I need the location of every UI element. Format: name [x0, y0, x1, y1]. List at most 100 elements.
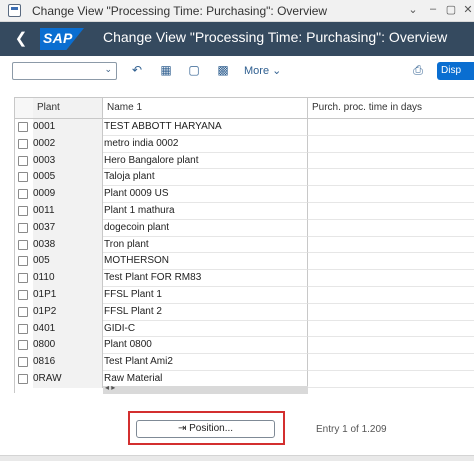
chevron-down-icon: ⌄	[104, 64, 112, 74]
row-select-checkbox[interactable]	[18, 323, 28, 334]
window-title-bar: Change View "Processing Time: Purchasing…	[0, 0, 474, 22]
window-menu-chevron-icon[interactable]: ⌄	[406, 3, 420, 16]
plant-cell: 005	[33, 253, 103, 271]
deselect-all-icon[interactable]: ▢	[186, 62, 202, 78]
plant-cell: 0816	[33, 354, 103, 371]
table-row[interactable]: 0002 metro india 0002	[15, 135, 474, 153]
table-row[interactable]: 0110 Test Plant FOR RM83	[15, 270, 474, 287]
name-cell: Plant 0800	[103, 337, 308, 355]
table-row[interactable]: 005 MOTHERSON	[15, 253, 474, 271]
name-cell: Plant 0009 US	[103, 186, 308, 203]
plant-cell: 0RAW	[33, 371, 103, 388]
table-row[interactable]: 0009 Plant 0009 US	[15, 186, 474, 203]
row-select-checkbox[interactable]	[18, 374, 28, 384]
row-select-checkbox[interactable]	[18, 239, 28, 250]
processing-time-input[interactable]	[308, 136, 474, 153]
print-icon[interactable]: ⎙	[410, 62, 426, 78]
table-row[interactable]: 0005 Taloja plant	[15, 169, 474, 187]
plant-cell: 01P2	[33, 303, 103, 321]
row-select-checkbox[interactable]	[18, 155, 28, 166]
more-menu-button[interactable]: More ⌄	[244, 64, 281, 77]
plant-cell: 0002	[33, 135, 103, 153]
row-select-checkbox[interactable]	[18, 306, 28, 317]
select-all-icon[interactable]: ▦	[158, 62, 174, 78]
position-icon: ⇥	[177, 423, 190, 434]
row-select-checkbox[interactable]	[18, 340, 28, 351]
row-select-checkbox[interactable]	[18, 222, 28, 233]
plant-cell: 0037	[33, 219, 103, 237]
processing-time-input[interactable]	[308, 253, 474, 271]
shell-bar: ❮ SAP Change View "Processing Time: Purc…	[0, 22, 474, 56]
command-field-select[interactable]: ⌄	[12, 62, 117, 80]
table-row[interactable]: 0038 Tron plant	[15, 236, 474, 254]
name-cell: Plant 1 mathura	[103, 203, 308, 220]
name-cell: TEST ABBOTT HARYANA	[103, 119, 308, 136]
display-button[interactable]: Disp	[437, 62, 474, 80]
processing-time-input[interactable]	[308, 237, 474, 254]
sap-logo-text: SAP	[43, 30, 73, 46]
row-select-checkbox[interactable]	[18, 122, 28, 132]
plant-cell: 0005	[33, 169, 103, 187]
processing-time-input[interactable]	[308, 270, 474, 287]
entry-counter: Entry 1 of 1.209	[316, 424, 387, 435]
select-block-icon[interactable]: ▩	[215, 62, 231, 78]
processing-time-input[interactable]	[308, 119, 474, 136]
name-cell: dogecoin plant	[103, 219, 308, 237]
row-select-checkbox[interactable]	[18, 290, 28, 300]
window-title: Change View "Processing Time: Purchasing…	[32, 4, 328, 18]
row-select-checkbox[interactable]	[18, 138, 28, 149]
horizontal-scrollbar[interactable]: ◂ ▸	[103, 383, 308, 394]
table-row[interactable]: 0001 TEST ABBOTT HARYANA	[15, 119, 474, 136]
table-row[interactable]: 01P2 FFSL Plant 2	[15, 303, 474, 321]
back-arrow-icon[interactable]: ❮	[12, 29, 30, 49]
name-cell: Test Plant FOR RM83	[103, 270, 308, 287]
scroll-arrows-icon[interactable]: ◂ ▸	[105, 383, 115, 392]
row-select-checkbox[interactable]	[18, 172, 28, 183]
plant-cell: 01P1	[33, 287, 103, 304]
table-row[interactable]: 0003 Hero Bangalore plant	[15, 152, 474, 170]
processing-time-input[interactable]	[308, 304, 474, 321]
name-cell: FFSL Plant 2	[103, 303, 308, 321]
processing-time-input[interactable]	[308, 354, 474, 371]
column-header-processing-time[interactable]: Purch. proc. time in days	[308, 98, 474, 118]
processing-time-input[interactable]	[308, 153, 474, 170]
plant-cell: 0800	[33, 337, 103, 355]
table-row[interactable]: 0037 dogecoin plant	[15, 219, 474, 237]
maximize-icon[interactable]: ▢	[444, 3, 458, 16]
processing-time-input[interactable]	[308, 169, 474, 187]
processing-time-input[interactable]	[308, 203, 474, 220]
table-row[interactable]: 0011 Plant 1 mathura	[15, 203, 474, 220]
undo-icon[interactable]: ↶	[129, 62, 145, 78]
table-row[interactable]: 0401 GIDI-C	[15, 320, 474, 338]
processing-time-input[interactable]	[308, 371, 474, 388]
minimize-icon[interactable]: –	[426, 3, 440, 15]
plant-cell: 0003	[33, 152, 103, 170]
column-header-plant[interactable]: Plant	[33, 98, 103, 118]
table-row[interactable]: 01P1 FFSL Plant 1	[15, 287, 474, 304]
plant-cell: 0011	[33, 203, 103, 220]
plant-cell: 0401	[33, 320, 103, 338]
row-select-checkbox[interactable]	[18, 189, 28, 200]
name-cell: Test Plant Ami2	[103, 354, 308, 371]
processing-time-input[interactable]	[308, 287, 474, 304]
window-app-icon	[8, 4, 21, 17]
name-cell: Tron plant	[103, 236, 308, 254]
status-bar	[0, 455, 474, 461]
position-button[interactable]: ⇥ Position...	[136, 420, 275, 438]
column-header-name[interactable]: Name 1	[103, 98, 308, 118]
processing-time-input[interactable]	[308, 220, 474, 237]
row-select-checkbox[interactable]	[18, 256, 28, 267]
row-select-checkbox[interactable]	[18, 206, 28, 216]
table-row[interactable]: 0816 Test Plant Ami2	[15, 354, 474, 371]
processing-time-input[interactable]	[308, 337, 474, 355]
select-column-header[interactable]	[15, 98, 33, 118]
processing-time-input[interactable]	[308, 186, 474, 203]
plant-table: Plant Name 1 Purch. proc. time in days 0…	[14, 97, 474, 394]
plant-cell: 0009	[33, 186, 103, 203]
name-cell: MOTHERSON	[103, 253, 308, 271]
processing-time-input[interactable]	[308, 321, 474, 338]
row-select-checkbox[interactable]	[18, 357, 28, 368]
close-icon[interactable]: ✕	[461, 3, 474, 16]
table-row[interactable]: 0800 Plant 0800	[15, 337, 474, 355]
row-select-checkbox[interactable]	[18, 273, 28, 284]
